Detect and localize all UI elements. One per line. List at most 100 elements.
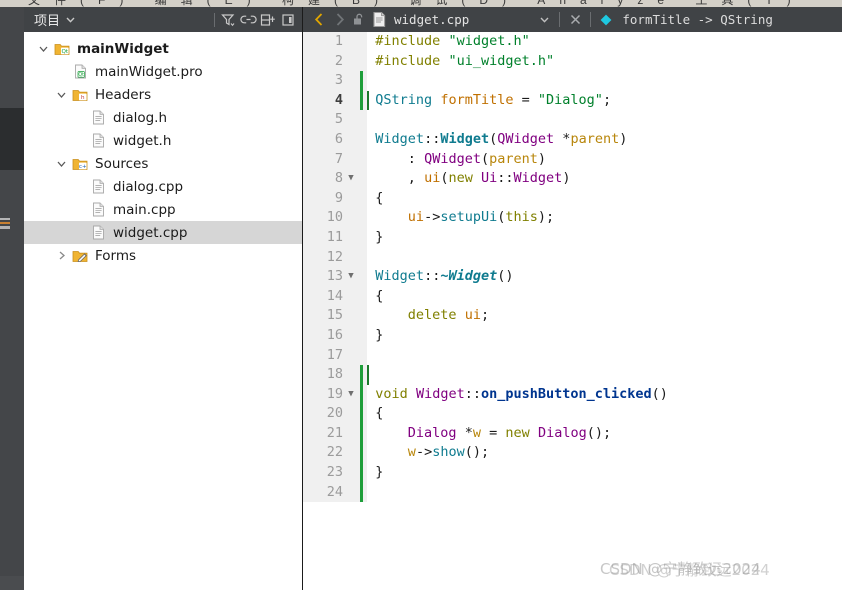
code-text[interactable]: QString formTitle = "Dialog"; [375,91,668,111]
tree-item-dialog-h[interactable]: dialog.h [24,106,302,129]
code-line[interactable]: 3 [303,71,668,91]
code-line[interactable]: 14 { [303,286,668,307]
forward-navigation-button[interactable] [329,10,349,30]
file-icon [92,133,104,148]
code-text[interactable]: #include "widget.h" [375,32,668,52]
code-line[interactable]: 10 ui->setupUi(this); [303,208,668,228]
code-text[interactable]: delete ui; [375,306,668,326]
code-text[interactable]: Dialog *w = new Dialog(); [375,424,668,444]
menu-bar[interactable]: 文件(F) 编辑(E) 构建(B) 调试(D) Analyze 工具(T) [0,0,842,7]
code-text[interactable]: { [375,287,668,307]
open-file-name[interactable]: widget.cpp [389,12,469,27]
code-text[interactable]: ui->setupUi(this); [375,208,668,228]
code-line[interactable]: 24 [303,482,668,503]
tree-item-headers[interactable]: h Headers [24,83,302,106]
link-icon [239,15,257,24]
mode-selector-bar[interactable] [0,7,24,590]
link-with-editor-button[interactable] [238,10,258,30]
caret-column [367,286,376,307]
code-line[interactable]: 11 } [303,227,668,248]
code-line[interactable]: 17 [303,345,668,366]
code-line[interactable]: 18 [303,365,668,385]
tree-item-mainwidget[interactable]: Qt mainWidget [24,37,302,60]
code-line[interactable]: 15 delete ui; [303,306,668,326]
fold-marker[interactable]: ▼ [343,169,359,189]
tree-item-expander[interactable] [52,250,70,261]
code-text[interactable] [375,365,668,385]
tree-item-sources[interactable]: c+ Sources [24,152,302,175]
code-line[interactable]: 19 ▼ void Widget::on_pushButton_clicked() [303,384,668,405]
code-text[interactable]: } [375,326,668,346]
line-number: 2 [303,51,343,72]
file-icon [92,225,104,240]
line-number: 17 [303,345,343,366]
code-line[interactable]: 6 Widget::Widget(QWidget *parent) [303,129,668,150]
code-line[interactable]: 8 ▼ , ui(new Ui::Widget) [303,169,668,189]
tree-item-widget-h[interactable]: widget.h [24,129,302,152]
code-text[interactable]: Widget::Widget(QWidget *parent) [375,130,668,150]
code-line[interactable]: 7 : QWidget(parent) [303,149,668,170]
project-tree[interactable]: Qt mainWidget Qt mainWidget.pro h Headers dial… [24,32,302,267]
svg-text:Qt: Qt [61,49,68,55]
symbol-selector[interactable]: formTitle -> QString [616,12,773,27]
tree-item-widget-cpp[interactable]: widget.cpp [24,221,302,244]
line-number: 24 [303,482,343,503]
code-text[interactable]: } [375,228,668,248]
filter-button[interactable] [218,10,238,30]
back-navigation-button[interactable] [309,10,329,30]
tree-item-expander[interactable] [52,89,70,100]
tree-item-expander[interactable] [52,158,70,169]
tree-item-mainwidget-pro[interactable]: Qt mainWidget.pro [24,60,302,83]
open-documents-dropdown[interactable] [534,10,554,30]
code-text[interactable]: void Widget::on_pushButton_clicked() [375,385,668,405]
code-text[interactable]: Widget::~Widget() [375,267,668,287]
code-text[interactable]: : QWidget(parent) [375,150,668,170]
code-text[interactable]: , ui(new Ui::Widget) [375,169,668,189]
code-text[interactable]: { [375,404,668,424]
split-add-button[interactable] [258,10,278,30]
line-number: 18 [303,365,343,385]
code-text[interactable] [375,71,668,91]
code-text[interactable]: w->show(); [375,443,668,463]
code-line[interactable]: 21 Dialog *w = new Dialog(); [303,423,668,444]
code-line[interactable]: 9 { [303,188,668,209]
fold-marker [343,247,359,268]
close-icon [570,14,580,25]
close-document-button[interactable] [565,10,585,30]
view-selector-dropdown[interactable] [60,10,80,30]
mode-selector-active-item[interactable] [0,108,24,170]
tree-item-label: Headers [95,86,152,103]
headers-folder-icon: h [72,90,88,101]
qt-folder-icon: Qt [52,41,72,56]
code-line[interactable]: 13 ▼ Widget::~Widget() [303,267,668,287]
code-text[interactable] [375,346,668,366]
code-line[interactable]: 1 #include "widget.h" [303,32,668,52]
code-line[interactable]: 2 #include "ui_widget.h" [303,51,668,72]
code-line[interactable]: 5 [303,110,668,130]
menu-bar-items[interactable]: 文件(F) 编辑(E) 构建(B) 调试(D) Analyze 工具(T) [28,0,805,7]
code-text[interactable]: #include "ui_widget.h" [375,52,668,72]
code-line[interactable]: 16 } [303,325,668,346]
tree-item-forms[interactable]: Forms [24,244,302,267]
tree-item-expander[interactable] [34,43,52,54]
code-text[interactable] [375,248,668,268]
fold-marker[interactable]: ▼ [343,267,359,287]
code-editor[interactable]: 1 #include "widget.h" 2 #include "ui_widg… [303,32,842,590]
code-line[interactable]: 22 w->show(); [303,443,668,464]
line-number: 4 [303,90,343,111]
close-panel-button[interactable] [278,10,298,30]
code-text[interactable]: } [375,463,668,483]
fold-marker [343,51,359,72]
fold-marker[interactable]: ▼ [343,384,359,405]
code-line[interactable]: 23 } [303,463,668,483]
code-text[interactable] [375,483,668,503]
mode-selector-partial-icon[interactable] [0,218,10,229]
tree-item-dialog-cpp[interactable]: dialog.cpp [24,175,302,198]
code-line[interactable]: 20 { [303,404,668,424]
lock-toggle-button[interactable] [349,10,369,30]
code-line[interactable]: 12 [303,247,668,268]
code-text[interactable] [375,110,668,130]
code-line[interactable]: 4 QString formTitle = "Dialog"; [303,90,668,111]
tree-item-main-cpp[interactable]: main.cpp [24,198,302,221]
code-text[interactable]: { [375,189,668,209]
